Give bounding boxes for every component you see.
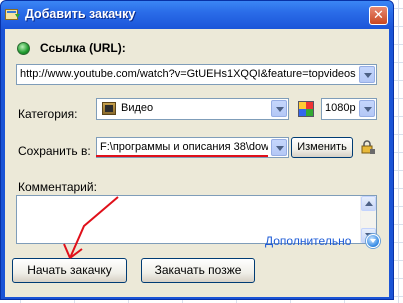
category-label: Категория: xyxy=(18,107,78,121)
start-download-button[interactable]: Начать закачку xyxy=(12,258,127,283)
lock-icon[interactable] xyxy=(361,140,375,154)
save-path-dropdown-button[interactable] xyxy=(271,139,287,156)
save-path-value[interactable]: F:\программы и описания 38\dow xyxy=(100,141,268,153)
quality-value: 1080p xyxy=(325,102,356,114)
save-path-combobox[interactable]: F:\программы и описания 38\dow xyxy=(96,137,289,158)
quality-combobox[interactable]: 1080p xyxy=(321,98,377,120)
url-combobox[interactable]: http://www.youtube.com/watch?v=GtUEHs1XQ… xyxy=(16,64,377,85)
url-value[interactable]: http://www.youtube.com/watch?v=GtUEHs1XQ… xyxy=(20,68,356,80)
url-label: Ссылка (URL): xyxy=(40,41,126,55)
green-globe-icon xyxy=(17,42,30,55)
color-palette-icon[interactable] xyxy=(298,101,314,117)
chevron-circle-down-icon[interactable] xyxy=(366,234,380,248)
scroll-up-button[interactable] xyxy=(361,196,376,211)
window-title: Добавить закачку xyxy=(25,7,136,21)
category-value: Видео xyxy=(121,102,154,114)
category-combobox[interactable]: Видео xyxy=(96,98,289,120)
comment-label: Комментарий: xyxy=(18,180,97,194)
dialog-body: Ссылка (URL): http://www.youtube.com/wat… xyxy=(5,29,389,297)
url-dropdown-button[interactable] xyxy=(359,66,375,83)
add-download-dialog: Добавить закачку ✕ Ссылка (URL): http://… xyxy=(0,0,394,300)
title-bar[interactable]: Добавить закачку ✕ xyxy=(1,1,393,29)
change-folder-button[interactable]: Изменить xyxy=(291,137,353,158)
close-button[interactable]: ✕ xyxy=(369,6,388,25)
quality-dropdown-button[interactable] xyxy=(359,100,375,117)
download-window-icon xyxy=(5,9,20,20)
more-options-link[interactable]: Дополнительно xyxy=(265,234,351,248)
category-dropdown-button[interactable] xyxy=(271,100,287,117)
film-folder-icon xyxy=(102,102,116,115)
download-later-button[interactable]: Закачать позже xyxy=(141,258,255,283)
save-to-label: Сохранить в: xyxy=(18,144,91,158)
